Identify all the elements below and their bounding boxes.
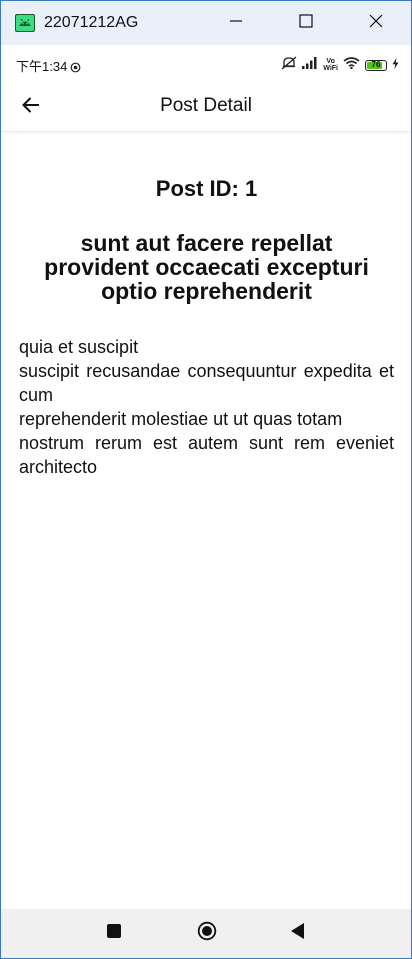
home-button[interactable] (190, 917, 224, 949)
system-back-button[interactable] (281, 917, 315, 949)
post-id-heading: Post ID: 1 (155, 176, 258, 201)
circle-icon (197, 921, 217, 946)
page-title: Post Detail (160, 95, 252, 116)
charging-icon (392, 56, 399, 74)
wifi-icon (343, 56, 360, 74)
post-detail: Post ID: 1 sunt aut facere repellat prov… (19, 131, 394, 479)
maximize-button[interactable] (271, 1, 341, 45)
battery-indicator: 76 (365, 59, 387, 71)
post-body: quia et suscipit suscipit recusandae con… (19, 337, 394, 477)
mute-icon (281, 56, 297, 75)
maximize-icon (298, 13, 314, 34)
sync-icon (70, 60, 81, 72)
status-time: 下午1:34 (16, 58, 68, 74)
app-bar: Post Detail (1, 83, 411, 132)
vowifi-label: Vo WiFi (323, 58, 338, 72)
navigation-bar (1, 909, 411, 958)
minimize-icon (228, 13, 244, 34)
android-icon (15, 14, 35, 32)
window-title: 22071212AG (44, 14, 139, 31)
window-controls (201, 1, 411, 45)
post-title: sunt aut facere repellat provident occae… (44, 230, 369, 304)
cellular-signal-icon (302, 56, 318, 74)
app-window: 22071212AG 下午1:34 Vo WiFi 76 Post Detail… (0, 0, 412, 959)
close-button[interactable] (341, 1, 411, 45)
square-icon (106, 923, 122, 944)
window-titlebar: 22071212AG (1, 1, 411, 45)
close-icon (368, 13, 384, 34)
status-icons: Vo WiFi 76 (281, 47, 399, 83)
recents-button[interactable] (97, 917, 131, 949)
battery-level: 76 (371, 59, 381, 69)
minimize-button[interactable] (201, 1, 271, 45)
status-bar: 下午1:34 Vo WiFi 76 (1, 47, 411, 83)
triangle-icon (290, 922, 306, 945)
